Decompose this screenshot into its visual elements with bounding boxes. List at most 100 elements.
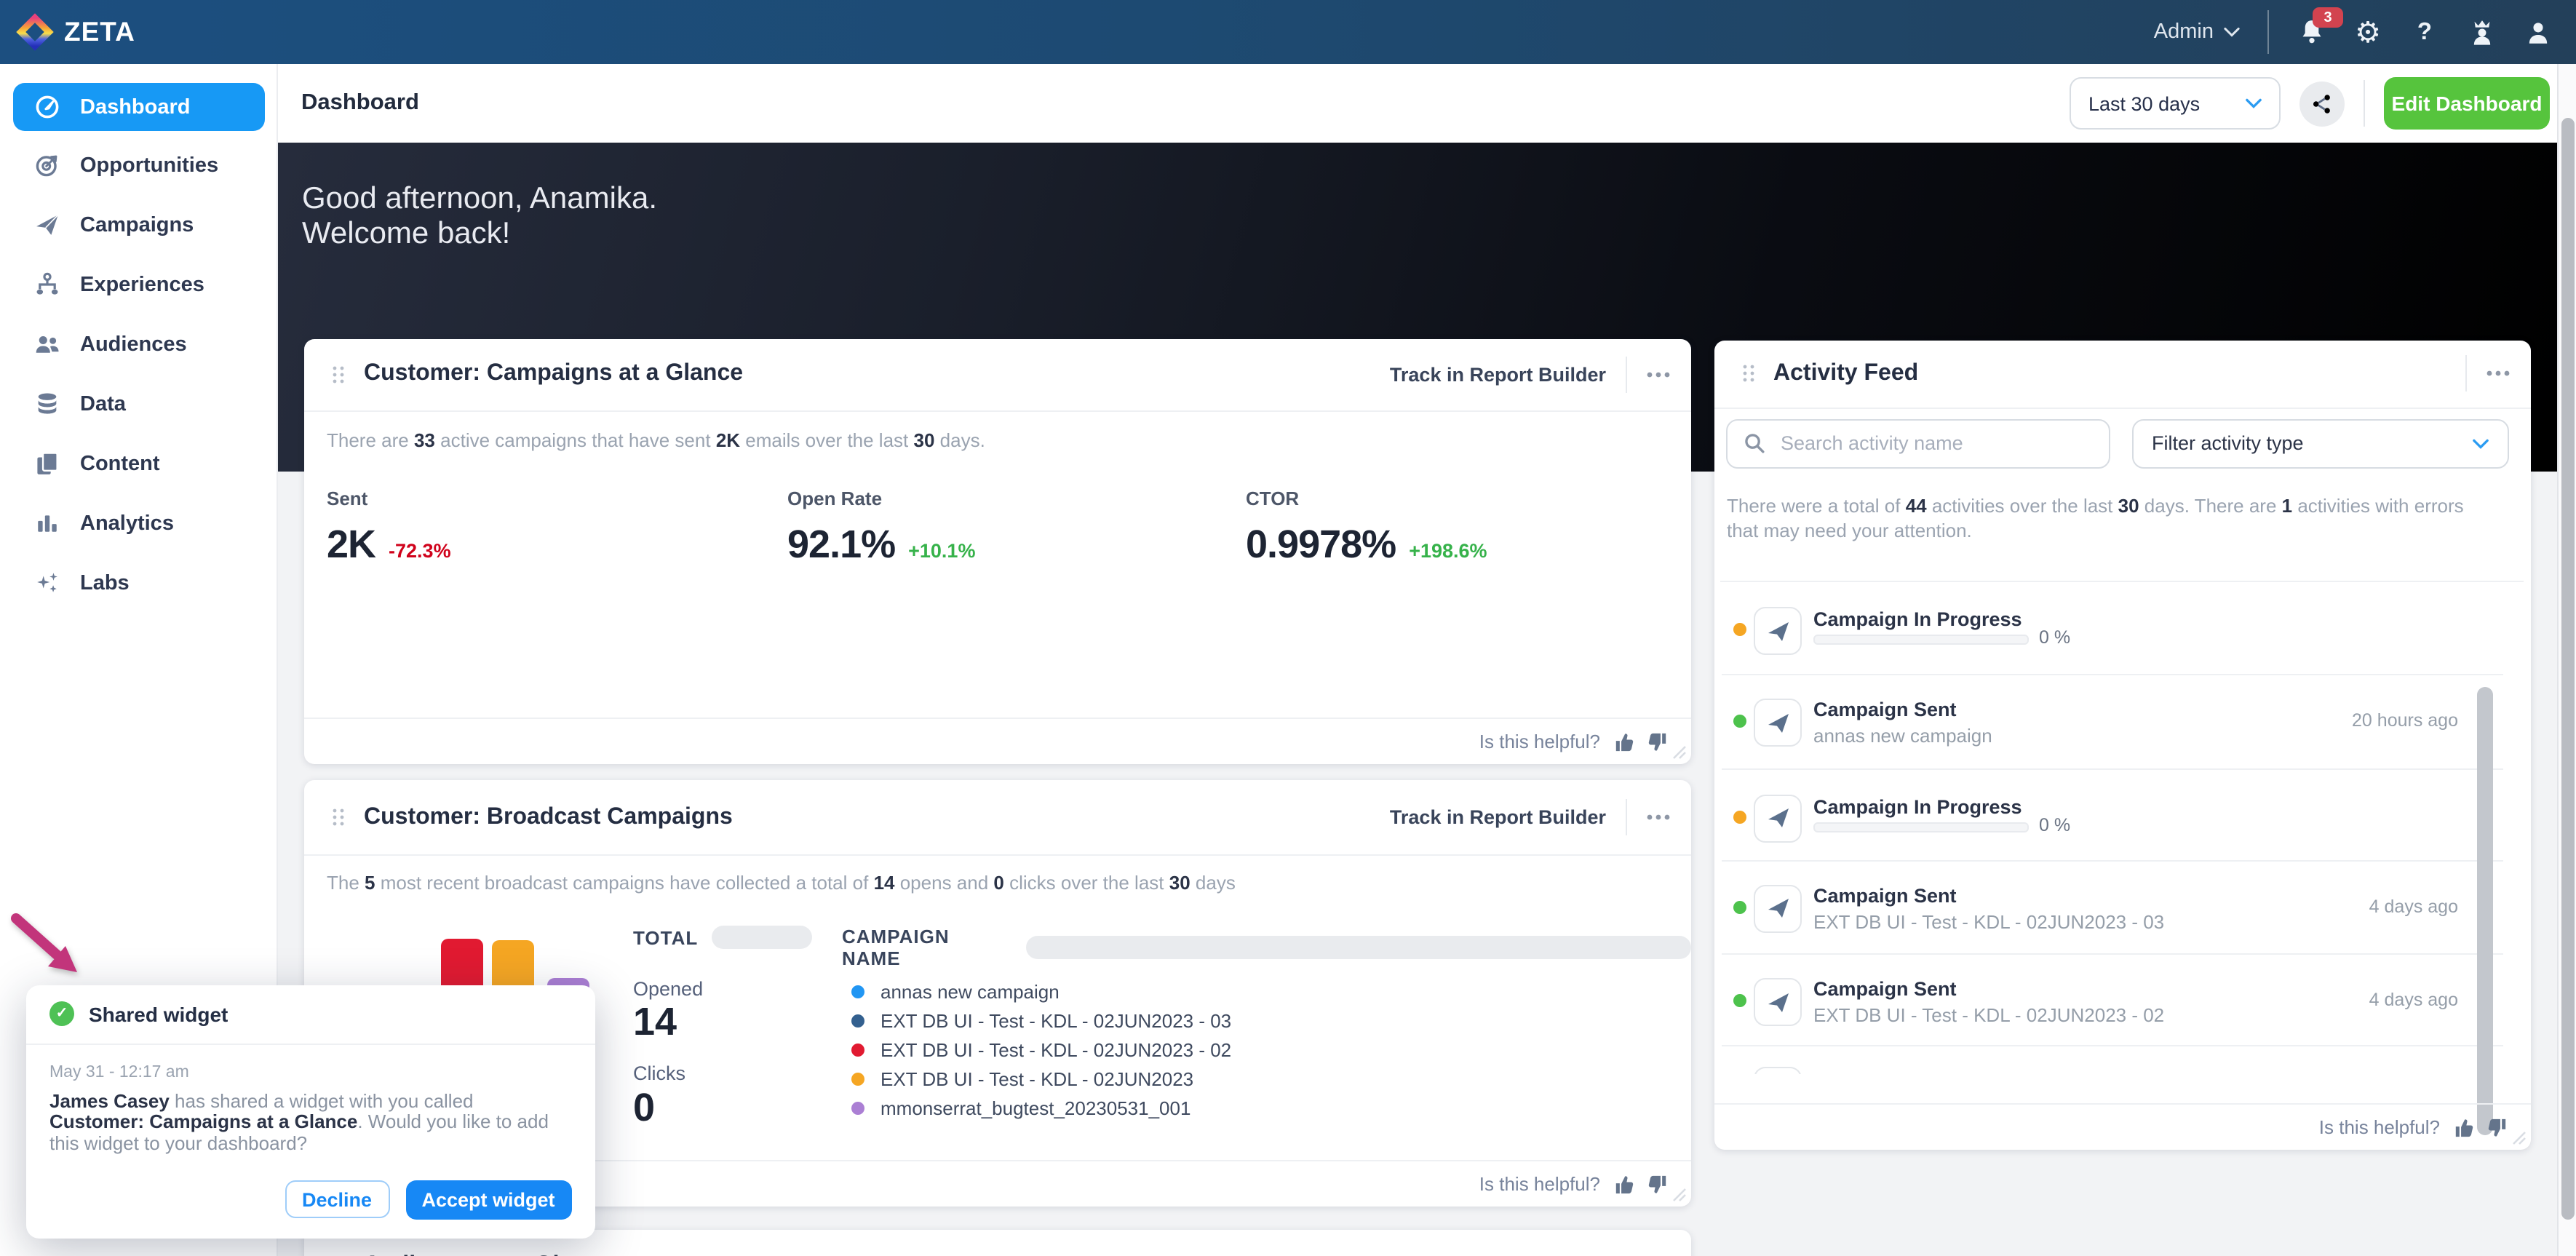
activity-list[interactable]: Campaign In Progress 0 % Campaign Sent a…: [1720, 581, 2524, 1073]
activity-time: 4 days ago: [2369, 990, 2458, 1010]
page-scrollbar[interactable]: [2556, 64, 2576, 1256]
kebab-menu-icon[interactable]: [1645, 814, 1670, 821]
column-pill: [711, 926, 811, 949]
settings-button[interactable]: ⚙: [2353, 17, 2382, 47]
activity-list-scrollbar[interactable]: [2476, 686, 2492, 1134]
people-icon: [35, 332, 60, 357]
legend-dot: [851, 985, 864, 998]
metric-label: Sent: [327, 487, 451, 509]
status-dot: [1733, 994, 1746, 1007]
legend-dot: [851, 1014, 864, 1028]
sidebar-item-label: Dashboard: [80, 95, 191, 119]
activity-item[interactable]: Campaign Sent annas new campaign 20 hour…: [1720, 675, 2524, 769]
metric-sent: Sent 2K-72.3%: [327, 487, 451, 567]
activity-subtitle: annas new campaign: [1813, 725, 1992, 747]
sidebar-item-opportunities[interactable]: Opportunities: [0, 135, 277, 195]
help-icon: ?: [2417, 18, 2432, 46]
thumbs-down-button[interactable]: [1647, 1174, 1667, 1194]
sidebar-item-experiences[interactable]: Experiences: [0, 255, 277, 314]
column-pill: [1026, 936, 1690, 959]
widget-header: Customer: Broadcast Campaigns Track in R…: [304, 780, 1690, 856]
activity-type-filter[interactable]: Filter activity type: [2131, 418, 2509, 468]
activity-item[interactable]: Campaign Sent EXT DB UI - Test - KDL - 0…: [1720, 955, 2524, 1046]
thumbs-up-button[interactable]: [2453, 1117, 2473, 1137]
profile-button[interactable]: [2524, 17, 2553, 47]
popup-timestamp: May 31 - 12:17 am: [49, 1063, 189, 1081]
activity-title: Campaign In Progress: [1813, 795, 2022, 817]
activity-item[interactable]: Campaign In Progress 0 %: [1720, 769, 2524, 861]
page-title: Dashboard: [301, 90, 419, 116]
search-icon: [1743, 432, 1765, 454]
thumbs-up-button[interactable]: [1613, 1174, 1634, 1194]
resize-handle[interactable]: [1669, 1185, 1686, 1202]
activity-summary: There were a total of 44 activities over…: [1727, 493, 2489, 542]
sidebar-item-labs[interactable]: Labs: [0, 553, 277, 613]
drag-handle-icon[interactable]: [1741, 365, 1754, 383]
decline-button[interactable]: Decline: [285, 1180, 389, 1218]
activity-item[interactable]: Campaign In Progress 0 %: [1720, 582, 2524, 675]
thumbs-down-button[interactable]: [1647, 731, 1667, 752]
documents-icon: [35, 451, 60, 476]
widget-header: Activity Feed: [1714, 340, 2530, 409]
track-in-report-builder-link[interactable]: Track in Report Builder: [1390, 806, 1606, 828]
progress-label: 0 %: [2039, 627, 2070, 648]
paper-plane-icon: [1754, 699, 1802, 747]
notifications-button[interactable]: 3: [2297, 17, 2326, 47]
track-in-report-builder-link[interactable]: Track in Report Builder: [1390, 363, 1606, 385]
bar-chart-icon: [35, 511, 60, 536]
metric-open-rate: Open Rate 92.1%+10.1%: [787, 487, 975, 567]
edit-dashboard-button[interactable]: Edit Dashboard: [2384, 77, 2550, 130]
opened-label: Opened: [633, 978, 703, 1000]
sidebar-item-label: Opportunities: [80, 154, 218, 177]
header-divider: [1625, 356, 1626, 392]
drag-handle-icon[interactable]: [332, 808, 345, 827]
progress-bar: [1813, 822, 2029, 832]
status-dot: [1733, 715, 1746, 728]
sidebar-item-analytics[interactable]: Analytics: [0, 493, 277, 553]
widget-footer: Is this helpful?: [1714, 1103, 2530, 1150]
metric-delta: +10.1%: [908, 539, 975, 561]
sidebar-item-data[interactable]: Data: [0, 374, 277, 434]
help-button[interactable]: ?: [2410, 17, 2439, 47]
admin-menu[interactable]: Admin: [2154, 20, 2240, 44]
accept-widget-button[interactable]: Accept widget: [405, 1180, 571, 1220]
widget-footer: Is this helpful?: [304, 718, 1690, 764]
thumbs-down-button[interactable]: [2486, 1117, 2507, 1137]
sidebar-item-audiences[interactable]: Audiences: [0, 314, 277, 374]
sidebar-item-label: Data: [80, 392, 126, 416]
kebab-menu-icon[interactable]: [2485, 370, 2510, 378]
header-divider: [2364, 80, 2365, 127]
paper-plane-icon: [1754, 978, 1802, 1026]
clicks-value: 0: [633, 1086, 655, 1131]
widget-activity-feed: Activity Feed Filter activity type There…: [1714, 340, 2530, 1150]
drag-handle-icon[interactable]: [332, 365, 345, 383]
activity-subtitle: EXT DB UI - Test - KDL - 02JUN2023 - 02: [1813, 1004, 2164, 1026]
sidebar-item-content[interactable]: Content: [0, 434, 277, 493]
kebab-menu-icon[interactable]: [1645, 370, 1670, 378]
campaign-name-column-header: CAMPAIGN NAME: [842, 926, 1690, 969]
admin-label: Admin: [2154, 20, 2214, 44]
sidebar-item-label: Analytics: [80, 512, 174, 535]
activity-search[interactable]: [1725, 418, 2110, 468]
activity-time: 4 days ago: [2369, 896, 2458, 916]
page-scrollbar-thumb[interactable]: [2561, 118, 2574, 1220]
greeting-line2: Welcome back!: [302, 216, 657, 250]
resize-handle[interactable]: [2508, 1128, 2526, 1145]
legend-item: EXT DB UI - Test - KDL - 02JUN2023 - 02: [851, 1039, 1231, 1061]
metric-delta: +198.6%: [1409, 539, 1487, 561]
thumbs-up-button[interactable]: [1613, 731, 1634, 752]
legend-dot: [851, 1073, 864, 1086]
resize-handle[interactable]: [1669, 742, 1686, 760]
activity-search-input[interactable]: [1778, 431, 2075, 456]
share-icon: [2311, 92, 2333, 114]
admin-users-button[interactable]: [2467, 17, 2496, 47]
date-range-select[interactable]: Last 30 days: [2070, 77, 2281, 130]
sidebar-item-dashboard[interactable]: Dashboard: [13, 83, 265, 131]
legend-item: annas new campaign: [851, 981, 1060, 1003]
activity-item[interactable]: Campaign Sent EXT DB UI - Test - KDL - 0…: [1720, 861, 2524, 955]
activity-subtitle: EXT DB UI - Test - KDL - 02JUN2023 - 03: [1813, 910, 2164, 932]
sidebar-item-campaigns[interactable]: Campaigns: [0, 195, 277, 255]
user-icon: [2525, 19, 2551, 45]
share-button[interactable]: [2299, 81, 2345, 126]
activity-item-partial[interactable]: [1720, 1046, 2524, 1073]
